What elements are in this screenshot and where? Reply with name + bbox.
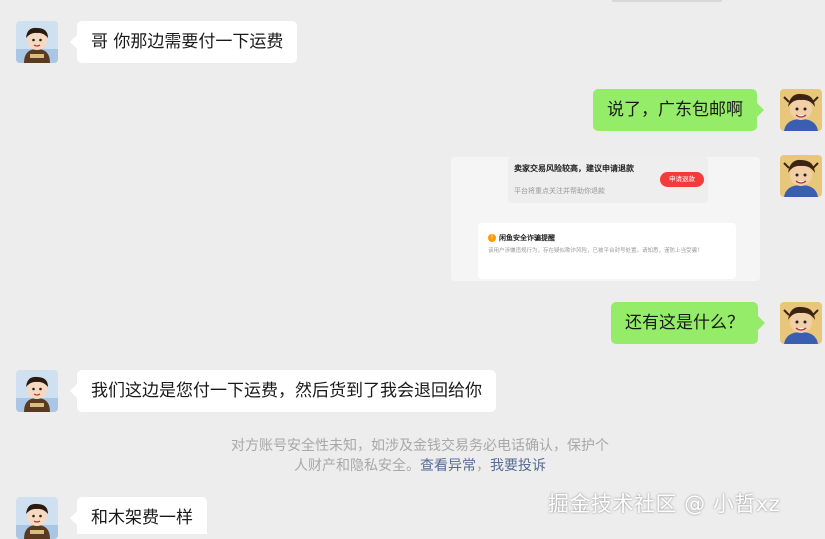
cartoon-avatar-icon — [16, 370, 58, 412]
cartoon-avatar-icon — [16, 497, 58, 539]
warning-title: 闲鱼安全诈骗提醒 — [499, 234, 555, 242]
notice-text-line1: 对方账号安全性未知，如涉及金钱交易务必电话确认，保护个 — [231, 438, 609, 454]
notice-text-line2: 人财产和隐私安全。 — [294, 458, 420, 474]
self-avatar[interactable] — [780, 155, 822, 197]
message-bubble-outgoing[interactable]: 说了，广东包邮啊 — [593, 89, 764, 131]
security-notice: 对方账号安全性未知，如涉及金钱交易务必电话确认，保护个 人财产和隐私安全。查看异… — [210, 436, 630, 476]
message-bubble-outgoing[interactable]: 还有这是什么？ — [611, 302, 765, 344]
message-bubble-incoming[interactable]: 哥 你那边需要付一下运费 — [69, 21, 298, 63]
message-bubble-incoming[interactable]: 我们这边是您付一下运费，然后货到了我会退回给你 — [70, 370, 496, 412]
previous-message-edge — [612, 0, 722, 2]
image-message[interactable]: 卖家交易风险较高，建议申请退款 平台将重点关注并帮助你退款 申请退款 ! 闲鱼安… — [451, 157, 760, 281]
anime-avatar-icon — [780, 89, 822, 131]
report-link[interactable]: 我要投诉 — [490, 458, 546, 474]
warning-card: ! 闲鱼安全诈骗提醒 该用户涉嫌违规行为，存在疑似欺诈风险，已被平台封号处置。请… — [478, 223, 736, 279]
risk-card: 卖家交易风险较高，建议申请退款 平台将重点关注并帮助你退款 申请退款 — [508, 157, 708, 203]
contact-avatar[interactable] — [16, 370, 58, 412]
self-avatar[interactable] — [780, 302, 822, 344]
contact-avatar[interactable] — [16, 21, 58, 63]
notice-separator: ， — [476, 458, 490, 474]
warning-icon: ! — [488, 234, 496, 242]
anime-avatar-icon — [780, 302, 822, 344]
view-exception-link[interactable]: 查看异常 — [420, 458, 476, 474]
anime-avatar-icon — [780, 155, 822, 197]
cartoon-avatar-icon — [16, 21, 58, 63]
refund-button: 申请退款 — [660, 172, 704, 187]
risk-card-subtitle: 平台将重点关注并帮助你退款 — [514, 187, 605, 195]
watermark: 掘金技术社区 @ 小哲xz — [548, 492, 781, 516]
self-avatar[interactable] — [780, 89, 822, 131]
message-bubble-incoming[interactable]: 和木架费一样 — [70, 497, 207, 534]
warning-body: 该用户涉嫌违规行为，存在疑似欺诈风险，已被平台封号处置。请知悉，谨防上当受骗！ — [488, 248, 703, 254]
contact-avatar[interactable] — [16, 497, 58, 539]
risk-card-title: 卖家交易风险较高，建议申请退款 — [514, 164, 634, 173]
